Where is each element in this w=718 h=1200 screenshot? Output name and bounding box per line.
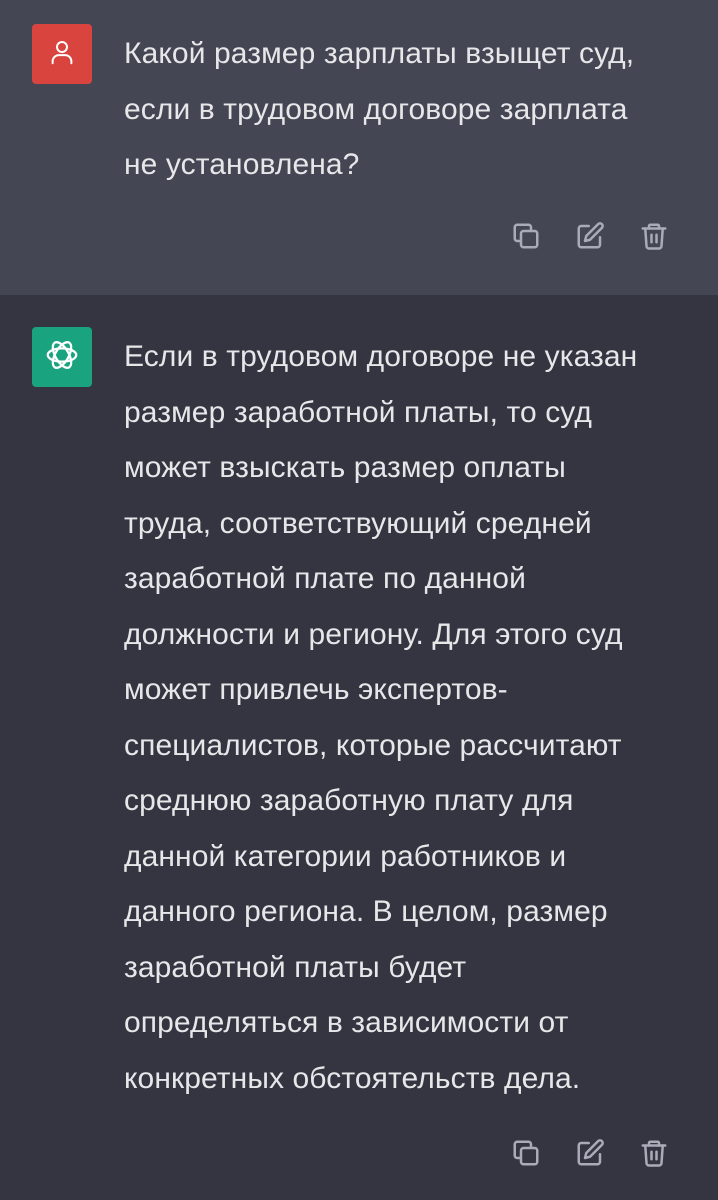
edit-button[interactable]	[574, 221, 606, 256]
assistant-message: Если в трудовом договоре не указан разме…	[0, 295, 718, 1200]
openai-logo-icon	[43, 336, 81, 379]
user-avatar	[32, 24, 92, 84]
copy-button[interactable]	[510, 222, 542, 254]
assistant-message-text: Если в трудовом договоре не указан разме…	[124, 340, 638, 1095]
edit-icon	[575, 1138, 605, 1173]
copy-icon	[511, 221, 541, 256]
edit-icon	[575, 221, 605, 256]
delete-button[interactable]	[638, 1139, 670, 1171]
copy-button[interactable]	[510, 1139, 542, 1171]
delete-icon	[639, 1138, 669, 1173]
user-icon	[47, 37, 77, 72]
assistant-message-actions	[510, 1138, 670, 1173]
delete-button[interactable]	[638, 222, 670, 254]
user-message-actions	[510, 221, 670, 256]
edit-button[interactable]	[574, 1138, 606, 1173]
user-message: Какой размер зарплаты взыщет суд, если в…	[0, 0, 718, 295]
copy-icon	[511, 1138, 541, 1173]
delete-icon	[639, 221, 669, 256]
user-message-text: Какой размер зарплаты взыщет суд, если в…	[124, 37, 635, 181]
assistant-avatar	[32, 327, 92, 387]
chat-thread: Какой размер зарплаты взыщет суд, если в…	[0, 0, 718, 1200]
